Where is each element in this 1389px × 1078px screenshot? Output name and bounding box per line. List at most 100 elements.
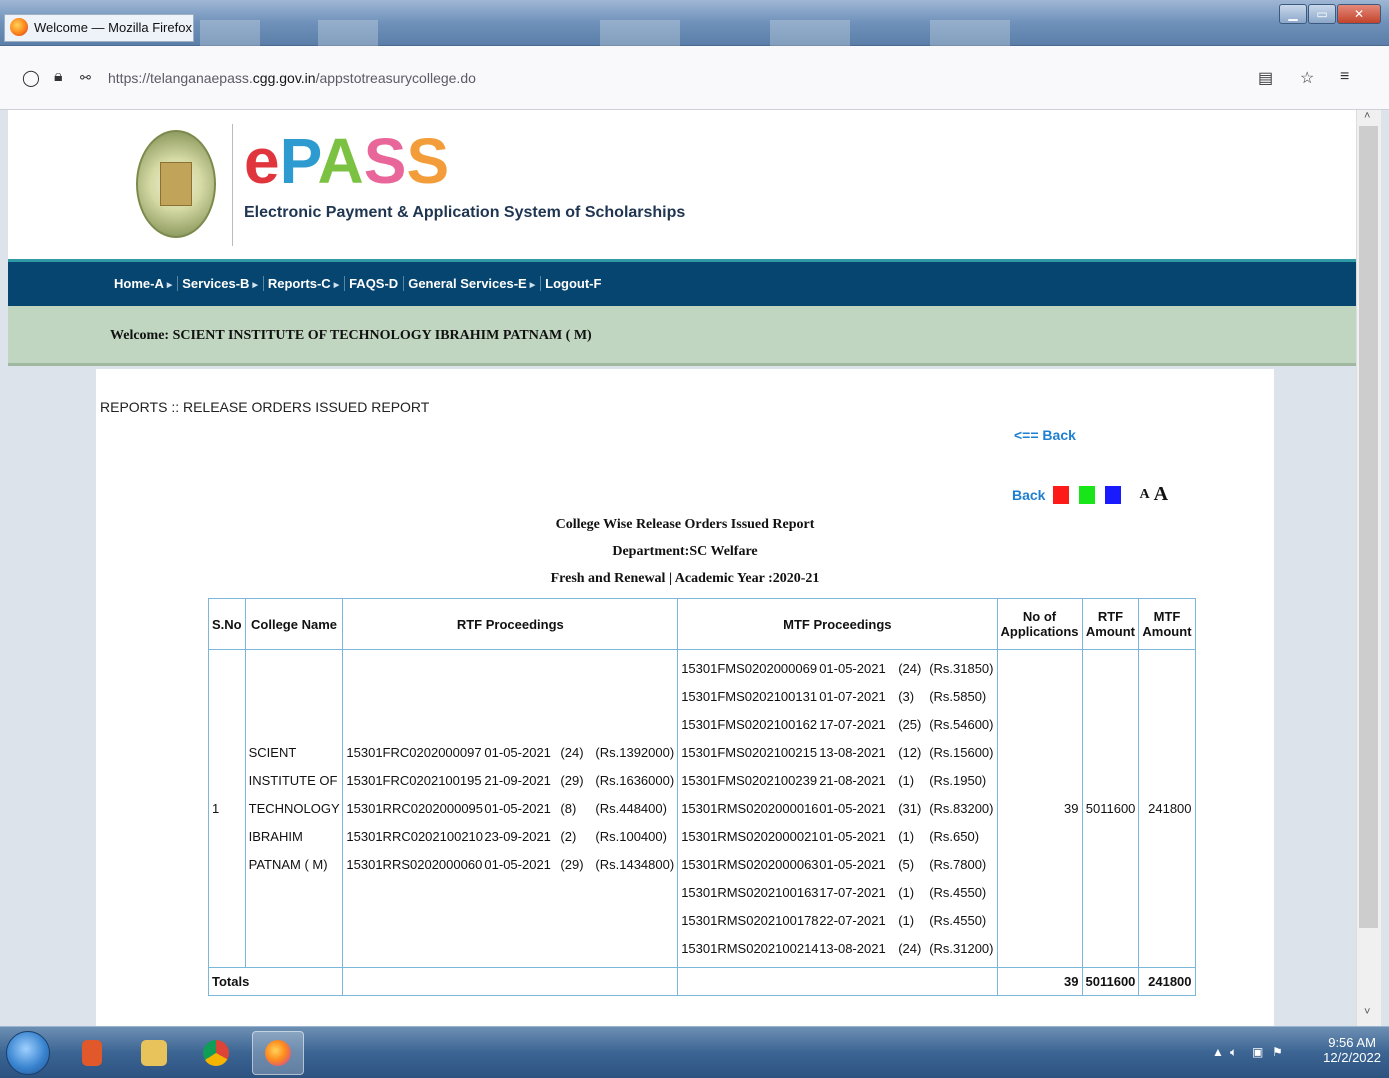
mtf-proceedings-cell: 15301FMS0202000069 01-05-2021 (24) (Rs.3185… <box>677 649 998 968</box>
address-bar: ◯ 🔒︎ ⚯ https://telanganaepass.cgg.gov.in… <box>0 46 1389 110</box>
release-orders-table: S.No College Name RTF Proceedings MTF Pr… <box>207 598 1196 996</box>
report-content: REPORTS :: RELEASE ORDERS ISSUED REPORT … <box>96 369 1274 1026</box>
col-rtf-proceedings: RTF Proceedings <box>342 598 679 650</box>
bookmark-star-icon[interactable]: ☆ <box>1300 68 1314 88</box>
nav-logout[interactable]: Logout-F <box>545 276 606 291</box>
permissions-icon[interactable]: ⚯ <box>80 70 91 86</box>
font-decrease-button[interactable]: A <box>1139 487 1149 503</box>
table-row: 1 SCIENT INSTITUTE OF TECHNOLOGY IBRAHIM… <box>208 649 1196 968</box>
display-tools: Back A A <box>1012 483 1168 506</box>
totals-row: Totals 39 5011600 241800 <box>207 967 1196 996</box>
row-rtf-amount: 5011600 <box>1081 649 1140 968</box>
site-header: ePASS Electronic Payment & Application S… <box>8 110 1356 262</box>
nav-general-services[interactable]: General Services-E ▶ <box>408 276 542 291</box>
taskbar-app-explorer[interactable] <box>128 1031 180 1075</box>
theme-red-swatch[interactable] <box>1053 485 1070 504</box>
page-scrollbar[interactable]: ˄ ˅ <box>1356 110 1381 1026</box>
taskbar-app-chrome[interactable] <box>190 1031 242 1075</box>
start-button[interactable] <box>6 1031 50 1075</box>
rtf-proceeding[interactable]: 15301FRC0202000097 01-05-2021 (24) (Rs.1392… <box>346 739 674 767</box>
rtf-proceedings-cell: 15301FRC0202000097 01-05-2021 (24) (Rs.1392… <box>342 649 679 968</box>
report-heading: College Wise Release Orders Issued Repor… <box>555 517 815 532</box>
mtf-proceeding[interactable]: 15301FMS0202000069 01-05-2021 (24) (Rs.3185… <box>681 655 993 683</box>
url-field[interactable]: https://telanganaepass.cgg.gov.in/appsto… <box>108 70 476 86</box>
totals-applications: 39 <box>996 967 1083 996</box>
back-link[interactable]: <== Back <box>1014 427 1076 443</box>
taskbar-app-office[interactable] <box>66 1031 118 1075</box>
site-tagline: Electronic Payment & Application System … <box>244 204 686 221</box>
page-title: REPORTS :: RELEASE ORDERS ISSUED REPORT <box>100 399 430 415</box>
shield-icon[interactable]: ◯ <box>22 68 40 88</box>
title-bar-decoration <box>200 20 260 46</box>
report-year: Fresh and Renewal | Academic Year :2020-… <box>550 571 820 586</box>
report-department: Department:SC Welfare <box>612 544 758 559</box>
clock[interactable]: 9:56 AM 12/2/2022 <box>1323 1035 1381 1065</box>
back-link-secondary[interactable]: Back <box>1012 487 1045 503</box>
menu-icon[interactable]: ≡ <box>1340 68 1349 86</box>
scroll-down-icon[interactable]: ˅ <box>1364 1006 1370 1018</box>
title-bar-decoration <box>770 20 850 46</box>
col-college-name: College Name <box>244 598 344 650</box>
close-button[interactable]: ✕ <box>1337 4 1381 24</box>
window-title-bar: Welcome — Mozilla Firefox ▁ ▭ ✕ <box>0 0 1389 46</box>
theme-green-swatch[interactable] <box>1079 485 1096 504</box>
title-bar-decoration <box>930 20 1010 46</box>
mtf-proceeding[interactable]: 15301RMS020200006301-05-2021 (5) (Rs.7800) <box>681 851 993 879</box>
mtf-proceeding[interactable]: 15301FMS0202100162 17-07-2021 (25) (Rs.5460… <box>681 711 993 739</box>
network-icon[interactable]: ▣ <box>1252 1045 1263 1059</box>
college-name-link[interactable]: SCIENT INSTITUTE OF TECHNOLOGY IBRAHIM P… <box>244 649 344 968</box>
mtf-proceeding[interactable]: 15301RMS020200001601-05-2021 (31) (Rs.8320… <box>681 795 993 823</box>
title-bar-decoration <box>318 20 378 46</box>
col-mtf-proceedings: MTF Proceedings <box>677 598 998 650</box>
totals-label: Totals <box>207 967 344 996</box>
welcome-bar: Welcome: SCIENT INSTITUTE OF TECHNOLOGY … <box>8 306 1356 366</box>
nav-reports[interactable]: Reports-C ▶ <box>268 276 346 291</box>
action-center-icon[interactable]: ⚑ <box>1272 1045 1283 1059</box>
nav-services[interactable]: Services-B ▶ <box>182 276 264 291</box>
nav-faqs[interactable]: FAQS-D <box>349 276 405 291</box>
row-mtf-amount: 241800 <box>1138 649 1196 968</box>
mtf-proceeding[interactable]: 15301RMS020210017822-07-2021 (1) (Rs.4550) <box>681 907 993 935</box>
nav-home[interactable]: Home-A ▶ <box>114 276 179 291</box>
rtf-proceeding[interactable]: 15301FRC0202100195 21-09-2021 (29) (Rs.1636… <box>346 767 674 795</box>
col-rtf-amount: RTF Amount <box>1081 598 1140 650</box>
lock-icon[interactable]: 🔒︎ <box>54 68 63 86</box>
font-increase-button[interactable]: A <box>1154 483 1168 506</box>
mtf-proceeding[interactable]: 15301FMS0202100239 21-08-2021 (1) (Rs.1950) <box>681 767 993 795</box>
col-sno: S.No <box>208 598 246 650</box>
totals-rtf-empty <box>342 967 679 996</box>
row-sno: 1 <box>208 649 246 968</box>
mtf-proceeding[interactable]: 15301RMS020210016317-07-2021 (1) (Rs.4550) <box>681 879 993 907</box>
tray-expand-icon[interactable]: ▲ <box>1212 1045 1224 1059</box>
mtf-proceeding[interactable]: 15301RMS020200002101-05-2021 (1) (Rs.650) <box>681 823 993 851</box>
firefox-icon <box>10 18 28 36</box>
telangana-emblem <box>136 130 216 238</box>
rtf-proceeding[interactable]: 15301RRS0202000060 01-05-2021 (29) (Rs.1434… <box>346 851 674 879</box>
totals-mtf-empty <box>677 967 998 996</box>
windows-taskbar: ▲ 🔈︎ ▣ ⚑ 9:56 AM 12/2/2022 <box>0 1026 1389 1078</box>
mtf-proceeding[interactable]: 15301FMS0202100215 13-08-2021 (12) (Rs.1560… <box>681 739 993 767</box>
volume-icon[interactable]: 🔈︎ <box>1230 1045 1237 1060</box>
totals-mtf-amount: 241800 <box>1138 967 1196 996</box>
main-nav: Home-A ▶ Services-B ▶ Reports-C ▶ FAQS-D Ge… <box>8 262 1356 306</box>
theme-blue-swatch[interactable] <box>1105 485 1122 504</box>
maximize-button[interactable]: ▭ <box>1308 4 1336 24</box>
rtf-proceeding[interactable]: 15301RRC020200009501-05-2021 (8) (Rs.44840… <box>346 795 674 823</box>
minimize-button[interactable]: ▁ <box>1279 4 1307 24</box>
totals-rtf-amount: 5011600 <box>1081 967 1140 996</box>
reader-view-icon[interactable]: ▤ <box>1258 68 1273 88</box>
col-mtf-amount: MTF Amount <box>1138 598 1196 650</box>
taskbar-app-firefox[interactable] <box>252 1031 304 1075</box>
mtf-proceeding[interactable]: 15301FMS0202100131 01-07-2021 (3) (Rs.5850) <box>681 683 993 711</box>
title-bar-decoration <box>600 20 680 46</box>
scroll-up-icon[interactable]: ˄ <box>1364 110 1370 122</box>
epass-logo[interactable]: ePASS <box>244 126 449 196</box>
page-viewport: ePASS Electronic Payment & Application S… <box>8 110 1356 1026</box>
window-title: Welcome — Mozilla Firefox <box>34 20 192 35</box>
mtf-proceeding[interactable]: 15301RMS020210021413-08-2021 (24) (Rs.3120… <box>681 935 993 963</box>
col-no-of-applications: No of Applications <box>996 598 1083 650</box>
welcome-text: Welcome: SCIENT INSTITUTE OF TECHNOLOGY … <box>110 328 592 343</box>
row-applications: 39 <box>996 649 1083 968</box>
rtf-proceeding[interactable]: 15301RRC020210021023-09-2021 (2) (Rs.10040… <box>346 823 674 851</box>
scrollbar-thumb[interactable] <box>1359 126 1378 928</box>
